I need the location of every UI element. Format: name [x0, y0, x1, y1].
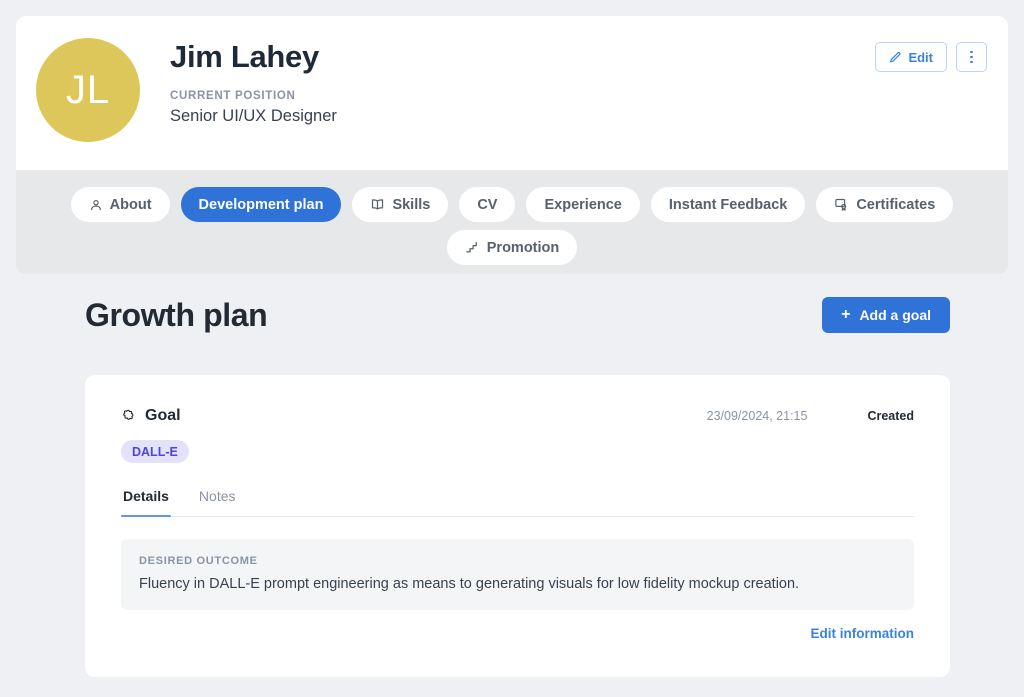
- tab-row-secondary: Promotion: [446, 230, 578, 265]
- subtab-notes[interactable]: Notes: [197, 485, 238, 516]
- profile-details: Jim Lahey CURRENT POSITION Senior UI/UX …: [170, 38, 875, 126]
- current-position-label: CURRENT POSITION: [170, 89, 296, 102]
- goal-timestamp: 23/09/2024, 21:15: [706, 409, 808, 423]
- tab-development-plan-label: Development plan: [198, 196, 324, 213]
- current-position-value: Senior UI/UX Designer: [170, 106, 337, 125]
- tab-skills-label: Skills: [392, 196, 431, 213]
- tab-about[interactable]: About: [70, 187, 170, 222]
- header-actions: Edit: [875, 42, 987, 72]
- edit-button[interactable]: Edit: [875, 42, 947, 72]
- avatar: JL: [36, 38, 140, 142]
- status-badge: Created: [867, 409, 914, 423]
- add-a-goal-label: Add a goal: [859, 307, 931, 323]
- profile-header-card: JL Jim Lahey CURRENT POSITION Senior UI/…: [16, 16, 1008, 170]
- edit-information-label: Edit information: [810, 626, 915, 641]
- subtab-notes-label: Notes: [198, 488, 236, 504]
- edit-information-link[interactable]: Edit information: [811, 626, 915, 641]
- tab-experience[interactable]: Experience: [526, 187, 640, 222]
- tab-cv[interactable]: CV: [459, 187, 516, 222]
- tab-row-primary: About Development plan Skills CV Experie…: [70, 187, 954, 222]
- page-title: Jim Lahey: [170, 39, 319, 74]
- person-icon: [89, 198, 103, 212]
- subtab-details-label: Details: [123, 488, 169, 504]
- desired-outcome-panel: DESIRED OUTCOME Fluency in DALL-E prompt…: [121, 539, 914, 610]
- goal-card-footer: Edit information: [121, 626, 915, 641]
- tab-cv-label: CV: [477, 196, 498, 213]
- tab-instant-feedback-label: Instant Feedback: [668, 196, 788, 213]
- tab-experience-label: Experience: [544, 196, 622, 213]
- tab-development-plan[interactable]: Development plan: [180, 187, 342, 222]
- growth-plan-title: Growth plan: [85, 296, 268, 333]
- tab-promotion-label: Promotion: [486, 239, 560, 256]
- pencil-icon: [889, 51, 902, 64]
- avatar-initials: JL: [65, 67, 111, 112]
- profile-page: JL Jim Lahey CURRENT POSITION Senior UI/…: [0, 0, 1024, 697]
- profile-tabs: About Development plan Skills CV Experie…: [16, 170, 1008, 274]
- desired-outcome-text: Fluency in DALL-E prompt engineering as …: [139, 576, 800, 592]
- vertical-dots-icon: [970, 50, 973, 64]
- plus-icon: +: [841, 306, 851, 323]
- goal-tag-badge: DALL-E: [121, 440, 189, 463]
- desired-outcome-label: DESIRED OUTCOME: [139, 555, 258, 567]
- goal-subtabs: Details Notes: [121, 485, 914, 517]
- subtab-details[interactable]: Details: [121, 485, 171, 517]
- tab-skills[interactable]: Skills: [352, 187, 449, 222]
- tab-promotion[interactable]: Promotion: [446, 230, 578, 265]
- stairs-icon: [465, 240, 480, 255]
- goal-title-label: Goal: [145, 407, 181, 424]
- puzzle-icon: [121, 409, 136, 424]
- add-a-goal-button[interactable]: + Add a goal: [822, 297, 950, 333]
- tab-about-label: About: [109, 196, 152, 213]
- certificate-icon: [834, 197, 849, 212]
- goal-title-group: Goal: [121, 407, 181, 425]
- tab-certificates[interactable]: Certificates: [816, 187, 954, 222]
- goal-card-header: Goal 23/09/2024, 21:15 Created: [121, 405, 914, 427]
- tab-certificates-label: Certificates: [856, 196, 936, 213]
- more-options-button[interactable]: [956, 42, 987, 72]
- goal-meta: 23/09/2024, 21:15 Created: [707, 409, 914, 423]
- growth-plan-header: Growth plan + Add a goal: [85, 290, 950, 340]
- goal-card: Goal 23/09/2024, 21:15 Created DALL-E De…: [85, 375, 950, 677]
- edit-button-label: Edit: [908, 49, 933, 65]
- tab-instant-feedback[interactable]: Instant Feedback: [650, 187, 806, 222]
- book-icon: [370, 197, 385, 212]
